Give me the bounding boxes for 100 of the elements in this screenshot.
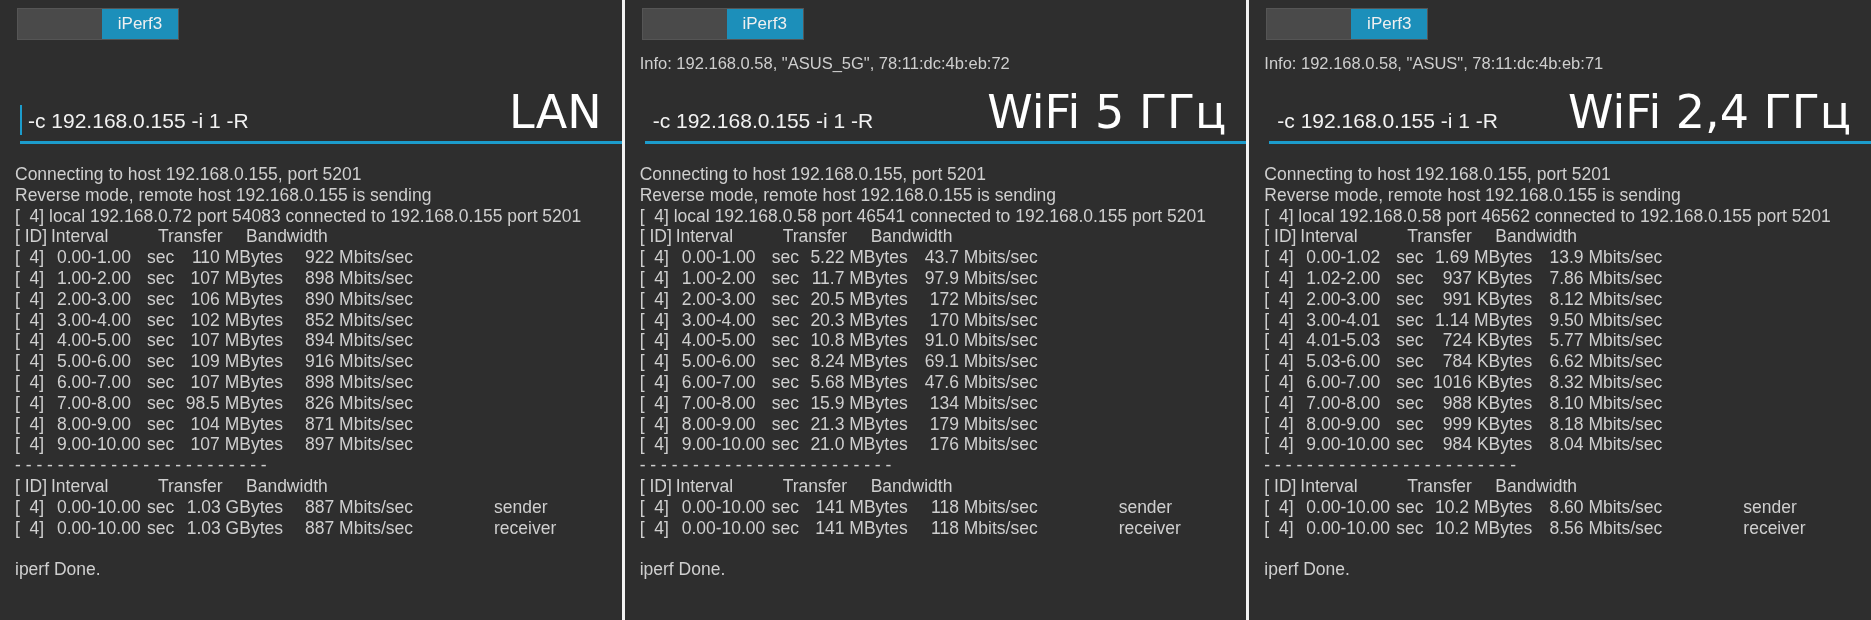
column-header: Interval [51,475,110,497]
table-cell-text: 2.00-3.00 [681,288,757,310]
table-cell-text: sec [771,413,800,435]
table-cell-text: sec [147,371,176,393]
table-cell-text: 887 Mbits/sec [304,517,413,539]
table-cell-text: sec [771,517,800,539]
table-cell-text: 8.32 Mbits/sec [1548,371,1663,393]
table-cell-text: [ 4] [1264,268,1295,289]
table-cell-text: [ 4] [639,496,670,518]
table-cell-text: [ 4] [15,434,46,456]
table-cell-text: 4.01-5.03 [1306,330,1382,352]
table-cell-text: 8.56 Mbits/sec [1548,517,1663,539]
column-header: Bandwidth [246,475,328,497]
table-cell-text: 107 MBytes [189,434,283,456]
table-cell-text: 104 MBytes [189,413,283,435]
table-cell-text: 8.18 Mbits/sec [1548,413,1663,435]
table-cell-text: 8.04 Mbits/sec [1548,434,1663,456]
table-cell-text: 897 Mbits/sec [304,434,413,456]
column-header: Transfer [158,475,224,497]
table-cell-text: sec [147,330,176,352]
table-cell-text: 118 Mbits/sec [930,496,1038,518]
table-cell-text: [ 4] [639,288,670,310]
output-line: Reverse mode, remote host 192.168.0.155 is sending [639,184,1058,206]
table-cell-text: [ 4] [1264,247,1295,268]
table-cell-text: [ 4] [15,351,46,372]
column-header: [ ID] [1264,475,1298,497]
column-header: Transfer [158,226,224,248]
column-header: Transfer [1407,226,1473,248]
column-header: [ ID] [639,226,673,248]
table-cell-text: 887 Mbits/sec [304,496,413,518]
column-header: Bandwidth [246,226,328,248]
table-cell-text: 1.00-2.00 [681,268,757,289]
table-cell-text: [ 4] [1264,351,1295,372]
table-cell-text: 871 Mbits/sec [304,413,413,435]
table-cell-text: 898 Mbits/sec [304,371,413,393]
table-cell-text: 784 KBytes [1441,351,1533,372]
table-cell-text: [ 4] [15,496,46,518]
table-cell-text: [ 4] [1264,371,1295,393]
table-cell-text: 4.00-5.00 [57,330,132,352]
table-cell-text: sec [147,434,176,456]
output-line: [ 4] local 192.168.0.58 port 46562 connected to 192.168.0.155 port 5201 [1264,205,1832,227]
column-header: [ ID] [639,475,673,497]
table-cell-text: 5.68 MBytes [809,371,908,393]
overlay-caption: WiFi 2,4 ГГц [1568,89,1851,135]
table-cell-text: 0.00-10.00 [57,517,142,539]
table-cell-text: 69.1 Mbits/sec [923,351,1038,372]
column-header: Bandwidth [870,226,953,248]
table-cell-text: sec [1396,496,1425,518]
command-field[interactable]: -c 192.168.0.155 -i 1 -R [650,109,903,135]
table-cell-text: 118 Mbits/sec [930,517,1038,539]
table-cell-text: [ 4] [1264,496,1295,518]
table-cell-text: 9.00-10.00 [681,434,767,456]
output-line: Connecting to host 192.168.0.155, port 5201 [639,164,988,185]
table-cell-text: 179 Mbits/sec [928,413,1038,435]
table-cell-text: sec [771,371,800,393]
table-cell-text: 0.00-1.00 [681,247,757,268]
table-cell-text: sec [1396,392,1425,414]
table-cell-text: 1.03 GBytes [185,496,283,518]
table-cell-text: 8.12 Mbits/sec [1548,288,1663,310]
table-cell-text: 106 MBytes [189,288,283,310]
table-cell-text: 15.9 MBytes [809,392,908,414]
table-cell-text: [ 4] [15,371,46,393]
command-field[interactable]: -c 192.168.0.155 -i 1 -R [26,109,278,135]
table-cell-text: sec [147,351,176,372]
table-cell: sender [1743,496,1797,518]
table-cell-text: [ 4] [639,392,670,414]
command-field[interactable]: -c 192.168.0.155 -i 1 -R [1275,109,1528,135]
table-cell-text: [ 4] [639,434,670,456]
table-cell-text: sec [1396,309,1425,331]
table-cell-text: [ 4] [15,413,46,435]
table-cell-text: sec [771,268,800,289]
table-cell-text: 8.60 Mbits/sec [1548,496,1663,518]
table-cell-text: 21.3 MBytes [809,413,908,435]
table-cell-text: 4.00-5.00 [681,330,757,352]
table-cell-text: 988 KBytes [1441,392,1533,414]
table-cell-text: sec [1396,288,1425,310]
table-cell-text: sec [771,288,800,310]
table-cell-text: sec [771,330,800,352]
table-cell-text: 922 Mbits/sec [304,247,413,268]
table-cell-text: 5.00-6.00 [57,351,132,372]
table-cell-text: 1.03 GBytes [185,517,283,539]
column-header: Bandwidth [870,475,953,497]
table-cell-text: 7.86 Mbits/sec [1548,268,1663,289]
column-header: Interval [1300,226,1359,248]
table-cell-text: 102 MBytes [189,309,283,331]
output-line: Connecting to host 192.168.0.155, port 5201 [1264,164,1612,185]
table-cell-text: [ 4] [1264,517,1295,539]
column-header: Bandwidth [1495,226,1578,248]
column-header: Transfer [1407,475,1473,497]
connection-info: Info: 192.168.0.58, "ASUS_5G", 78:11:dc:4b:eb:72 [639,54,1011,74]
status-line: iperf Done. [15,559,102,580]
table-cell: receiver [1118,517,1181,539]
column-header: Interval [675,475,735,497]
table-cell-text: 6.00-7.00 [681,371,757,393]
column-header: [ ID] [15,475,49,497]
table-cell-text: sec [771,434,800,456]
table-cell-text: sec [771,392,800,414]
table-cell-text: 47.6 Mbits/sec [923,371,1038,393]
table-cell-text: 894 Mbits/sec [304,330,413,352]
table-cell-text: [ 4] [1264,309,1295,331]
